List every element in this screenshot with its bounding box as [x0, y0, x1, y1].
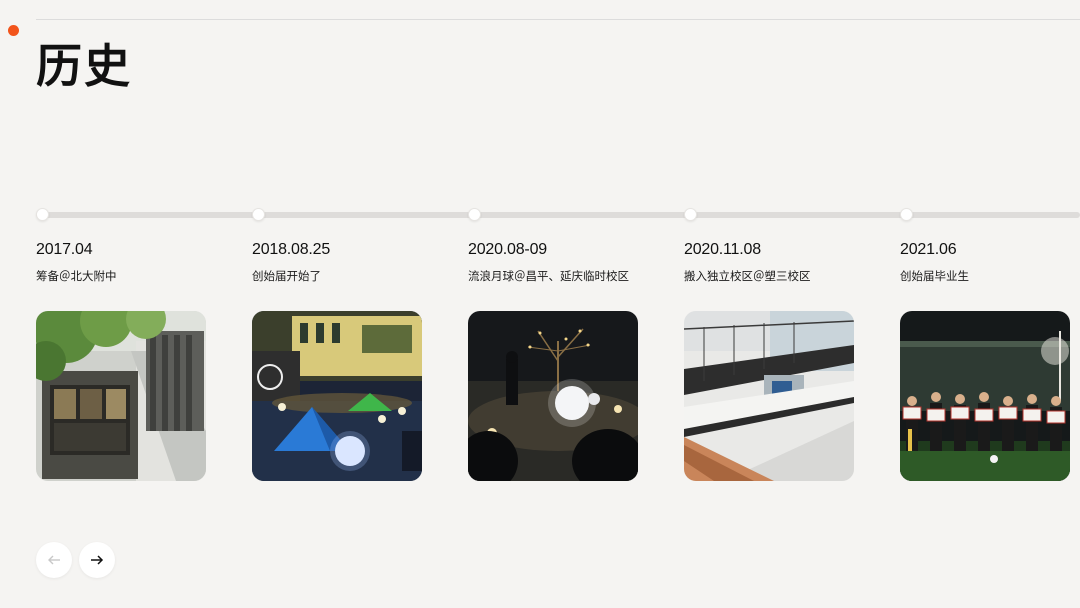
- photo-building-stairs[interactable]: [36, 311, 206, 481]
- entry-description: 创始届毕业生: [900, 269, 969, 283]
- entry-date: 2020.11.08: [684, 241, 761, 258]
- entry-date: 2018.08.25: [252, 241, 331, 258]
- arrow-left-icon: [48, 555, 60, 565]
- page-title: 历史: [36, 39, 132, 93]
- entry-description: 流浪月球＠昌平、延庆临时校区: [468, 269, 629, 283]
- timeline-entry: 2020.11.08 搬入独立校区＠塑三校区: [684, 240, 856, 284]
- accent-dot: [8, 25, 19, 36]
- entry-date: 2020.08-09: [468, 241, 547, 258]
- arrow-right-icon: [91, 555, 104, 565]
- entry-description: 搬入独立校区＠塑三校区: [684, 269, 811, 283]
- timeline-entry: 2020.08-09 流浪月球＠昌平、延庆临时校区: [468, 240, 640, 284]
- timeline-entry: 2018.08.25 创始届开始了: [252, 240, 424, 284]
- timeline-node: [900, 208, 913, 221]
- timeline-node: [684, 208, 697, 221]
- timeline-entry: 2017.04 筹备＠北大附中: [36, 240, 208, 284]
- next-button[interactable]: [79, 542, 115, 578]
- timeline-track: [36, 212, 1080, 218]
- photo-gym-tents[interactable]: [252, 311, 422, 481]
- timeline-node: [36, 208, 49, 221]
- timeline-entry: 2021.06 创始届毕业生: [900, 240, 1072, 284]
- entry-description: 筹备＠北大附中: [36, 269, 117, 283]
- photo-atrium-interior[interactable]: [684, 311, 854, 481]
- timeline-node: [468, 208, 481, 221]
- top-divider: [36, 19, 1080, 20]
- entry-description: 创始届开始了: [252, 269, 321, 283]
- entry-date: 2021.06: [900, 241, 957, 258]
- timeline-node: [252, 208, 265, 221]
- photo-graduates[interactable]: [900, 311, 1070, 481]
- photo-night-moon-lamps[interactable]: [468, 311, 638, 481]
- prev-button[interactable]: [36, 542, 72, 578]
- entry-date: 2017.04: [36, 241, 93, 258]
